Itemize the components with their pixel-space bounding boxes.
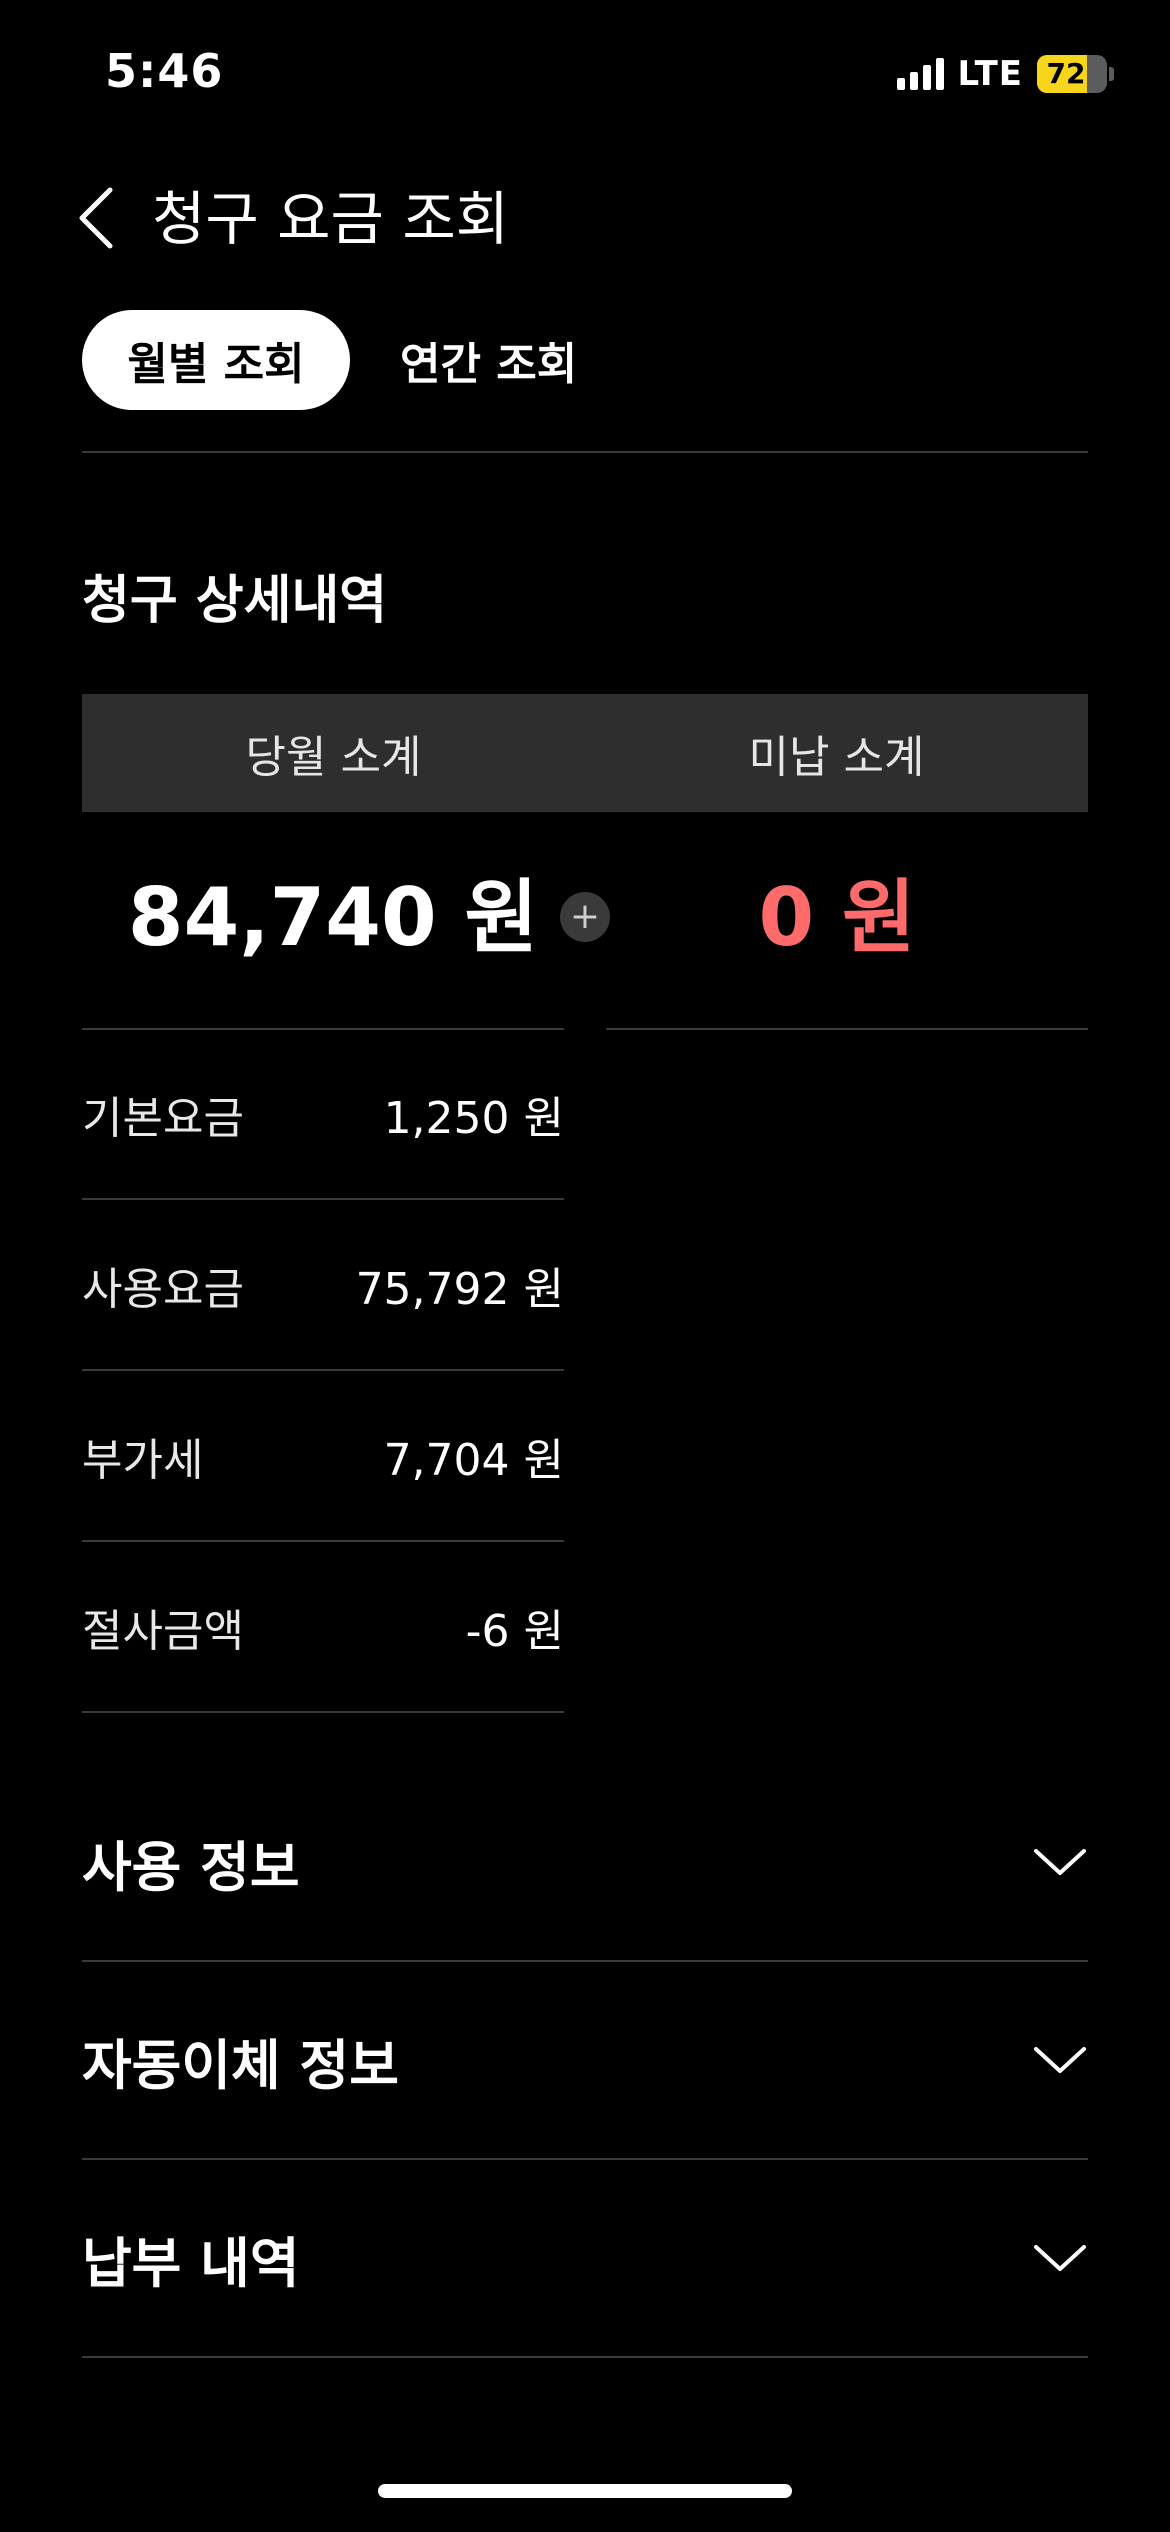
unpaid-divider — [606, 1028, 1088, 1030]
fee-label: 부가세 — [82, 1435, 204, 1486]
fee-value: 1,250 원 — [383, 1093, 564, 1144]
fee-row-usage: 사용요금 75,792 원 — [82, 1201, 564, 1371]
current-subtotal-amount: 84,740 원 — [127, 871, 539, 964]
battery-nub — [1109, 67, 1114, 81]
accordion-label: 자동이체 정보 — [82, 2033, 399, 2097]
fee-label: 기본요금 — [82, 1093, 244, 1144]
fee-label: 절사금액 — [82, 1606, 244, 1657]
unpaid-subtotal-label: 미납 소계 — [748, 732, 925, 783]
fee-label: 사용요금 — [82, 1264, 244, 1315]
chevron-left-icon[interactable] — [76, 186, 128, 250]
fee-value: -6 원 — [465, 1606, 564, 1657]
status-time: 5:46 — [105, 44, 224, 98]
tabs-divider — [82, 451, 1088, 453]
bill-inquiry-screen: 5:46 LTE 72 청구 요금 조회 월별 조회 연간 조회 청구 상세내역… — [0, 0, 1170, 2532]
period-tabs: 월별 조회 연간 조회 — [82, 310, 577, 410]
chevron-down-icon — [1034, 2245, 1086, 2271]
section-title: 청구 상세내역 — [82, 571, 388, 631]
fee-row-vat: 부가세 7,704 원 — [82, 1372, 564, 1542]
battery-percent: 72 — [1046, 57, 1086, 90]
chevron-down-icon — [1034, 2047, 1086, 2073]
tab-yearly[interactable]: 연간 조회 — [400, 328, 577, 392]
signal-icon — [896, 58, 944, 90]
page-title: 청구 요금 조회 — [152, 185, 510, 253]
accordion-payment-history[interactable]: 납부 내역 — [82, 2160, 1088, 2358]
accordion-autopay-info[interactable]: 자동이체 정보 — [82, 1962, 1088, 2160]
fee-value: 75,792 원 — [355, 1264, 564, 1315]
unpaid-subtotal-amount: 0 원 — [758, 871, 916, 964]
network-type: LTE — [957, 54, 1023, 94]
accordion-label: 납부 내역 — [82, 2231, 300, 2295]
accordion-usage-info[interactable]: 사용 정보 — [82, 1764, 1088, 1962]
chevron-down-icon — [1034, 1849, 1086, 1875]
back-arrow-svg — [79, 187, 113, 249]
current-subtotal-label: 당월 소계 — [245, 732, 422, 783]
home-indicator[interactable] — [378, 2484, 792, 2498]
status-indicators: LTE 72 — [896, 52, 1114, 96]
accordion-label: 사용 정보 — [82, 1835, 300, 1899]
summary-header: 당월 소계 미납 소계 — [82, 694, 1088, 812]
fee-row-rounding: 절사금액 -6 원 — [82, 1543, 564, 1713]
tab-monthly[interactable]: 월별 조회 — [82, 310, 350, 410]
battery-icon: 72 — [1037, 55, 1107, 93]
fee-row-basic: 기본요금 1,250 원 — [82, 1030, 564, 1200]
fee-value: 7,704 원 — [383, 1435, 564, 1486]
